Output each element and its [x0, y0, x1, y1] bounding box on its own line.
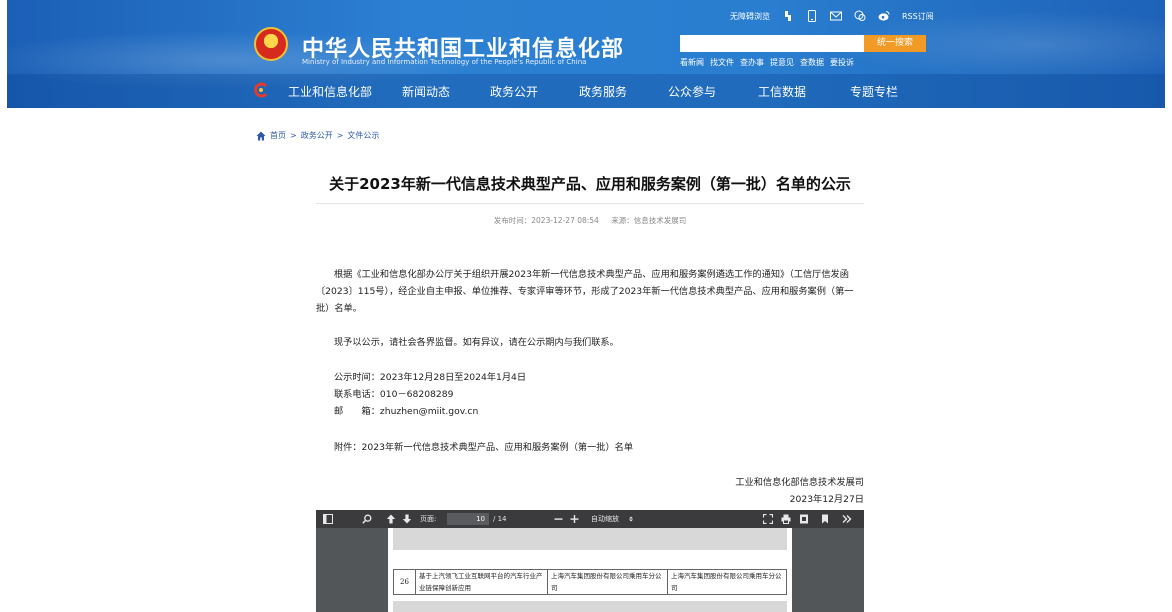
signature-org: 工业和信息化部信息技术发展司	[735, 477, 864, 488]
signature-date: 2023年12月27日	[789, 494, 864, 505]
table-cell-num: 26	[393, 569, 416, 595]
notice-period: 公示时间：2023年12月28日至2024年1月4日	[334, 372, 527, 383]
page-label: 页面:	[420, 515, 437, 523]
quick-links: 看新闻 找文件 查办事 提意见 查数据 要投诉	[680, 57, 854, 68]
article-paragraph: 现予以公示，请社会各界监督。如有异议，请在公示期内与我们联系。	[334, 337, 619, 348]
quick-link-data[interactable]: 查数据	[800, 57, 824, 68]
article-meta: 发布时间：2023-12-27 08:54 来源：信息技术发展司	[316, 215, 864, 226]
sidebar-toggle-icon[interactable]	[323, 510, 333, 528]
page-number-input[interactable]: 10	[447, 513, 489, 525]
nav-item-topics[interactable]: 专题专栏	[828, 83, 920, 100]
quick-link-news[interactable]: 看新闻	[680, 57, 704, 68]
weibo-icon[interactable]	[878, 10, 890, 22]
table-cell-case: 基于上汽领飞工业互联网平台的汽车行业产业链保障创新应用	[415, 569, 548, 595]
page-total: / 14	[493, 515, 507, 523]
previous-page-icon[interactable]	[386, 510, 396, 528]
table-cell-applicant: 上海汽车集团股份有限公司乘用车分公司	[547, 569, 668, 595]
nav-item-news[interactable]: 新闻动态	[382, 83, 470, 100]
nav-item-gov-info[interactable]: 政务公开	[470, 83, 558, 100]
nav-item-ministry[interactable]: 工业和信息化部	[278, 83, 382, 100]
pdf-redacted-block	[393, 528, 787, 550]
table-cell-recommender: 上海汽车集团股份有限公司乘用车分公司	[667, 569, 787, 595]
title-divider	[316, 203, 864, 204]
breadcrumb-home[interactable]: 首页	[270, 130, 286, 141]
article-paragraph: 根据《工业和信息化部办公厅关于组织开展2023年新一代信息技术典型产品、应用和服…	[316, 269, 854, 314]
search-button[interactable]: 统一搜索	[864, 35, 926, 52]
breadcrumb-file-notice[interactable]: 文件公示	[347, 130, 379, 141]
pdf-viewer: 页面: 10 / 14 自动缩放 26 基于上汽领飞工业互联网平台的汽车行业产业…	[316, 510, 864, 612]
chevron-updown-icon[interactable]	[628, 510, 634, 528]
nav-item-gov-services[interactable]: 政务服务	[558, 83, 648, 100]
attachment-label[interactable]: 附件：2023年新一代信息技术典型产品、应用和服务案例（第一批）名单	[334, 439, 633, 453]
top-utility-links: 无障碍浏览 RSS订阅	[730, 8, 934, 24]
site-subtitle: Ministry of Industry and Information Tec…	[302, 58, 587, 66]
rss-link[interactable]: RSS订阅	[902, 11, 934, 22]
quick-link-complaint[interactable]: 要投诉	[830, 57, 854, 68]
main-nav: 工业和信息化部 新闻动态 政务公开 政务服务 公众参与 工信数据 专题专栏	[278, 74, 920, 108]
accessibility-link[interactable]: 无障碍浏览	[730, 11, 770, 22]
wechat-icon[interactable]	[854, 10, 866, 22]
article-source: 来源：信息技术发展司	[611, 216, 687, 225]
fullscreen-icon[interactable]	[763, 510, 773, 528]
zoom-in-icon[interactable]	[570, 510, 579, 528]
zoom-select[interactable]: 自动缩放	[591, 510, 619, 528]
pdf-redacted-block	[393, 601, 787, 612]
zoom-out-icon[interactable]	[554, 510, 563, 528]
search-icon[interactable]	[362, 510, 372, 528]
wechat-mini-icon[interactable]	[782, 10, 794, 22]
more-tools-icon[interactable]	[842, 510, 852, 528]
table-row: 26 基于上汽领飞工业互联网平台的汽车行业产业链保障创新应用 上海汽车集团股份有…	[393, 569, 787, 595]
home-icon	[256, 131, 266, 140]
contact-phone: 联系电话：010－68208289	[334, 389, 454, 400]
nav-item-data[interactable]: 工信数据	[736, 83, 828, 100]
breadcrumb-separator: >	[290, 131, 297, 140]
breadcrumb: 首页 > 政务公开 > 文件公示	[256, 130, 379, 141]
download-icon[interactable]	[799, 510, 809, 528]
next-page-icon[interactable]	[402, 510, 412, 528]
quick-link-files[interactable]: 找文件	[710, 57, 734, 68]
ministry-logo-icon[interactable]	[253, 82, 269, 98]
publish-time: 发布时间：2023-12-27 08:54	[493, 216, 599, 225]
nav-item-participation[interactable]: 公众参与	[648, 83, 736, 100]
article-title: 关于2023年新一代信息技术典型产品、应用和服务案例（第一批）名单的公示	[329, 175, 851, 193]
mail-icon[interactable]	[830, 10, 842, 22]
mobile-icon[interactable]	[806, 10, 818, 22]
pdf-table: 26 基于上汽领飞工业互联网平台的汽车行业产业链保障创新应用 上海汽车集团股份有…	[393, 569, 787, 595]
print-icon[interactable]	[781, 510, 791, 528]
contact-email: 邮 箱：zhuzhen@miit.gov.cn	[334, 406, 479, 417]
quick-link-services[interactable]: 查办事	[740, 57, 764, 68]
pdf-page: 26 基于上汽领飞工业互联网平台的汽车行业产业链保障创新应用 上海汽车集团股份有…	[388, 528, 792, 612]
bookmark-icon[interactable]	[821, 510, 829, 528]
quick-link-feedback[interactable]: 提意见	[770, 57, 794, 68]
pdf-toolbar: 页面: 10 / 14 自动缩放	[316, 510, 864, 528]
breadcrumb-gov-info[interactable]: 政务公开	[301, 130, 333, 141]
search-input[interactable]	[680, 35, 864, 52]
national-emblem-logo[interactable]	[254, 27, 288, 61]
breadcrumb-separator: >	[336, 131, 344, 140]
